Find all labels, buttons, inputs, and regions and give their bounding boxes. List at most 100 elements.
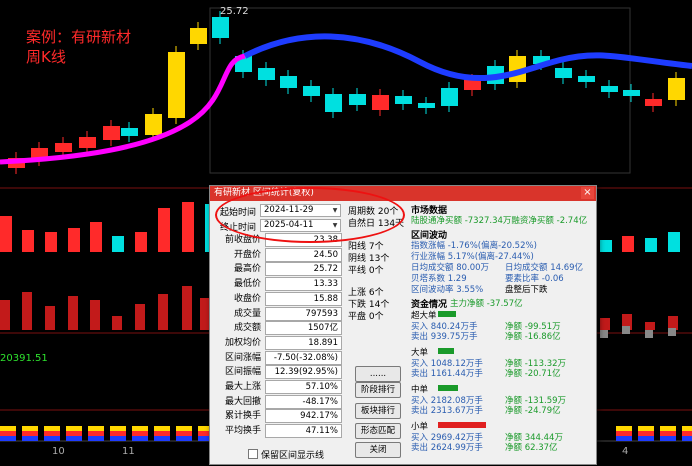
range-volatility: 区间波动率 3.55% bbox=[411, 285, 484, 295]
volume-bar bbox=[668, 232, 680, 252]
stripe-blue bbox=[110, 436, 126, 441]
indicator-gray-bar bbox=[622, 326, 630, 334]
indicator-bar bbox=[645, 322, 655, 330]
stripe-yellow bbox=[66, 426, 82, 431]
stripe-red bbox=[638, 431, 654, 436]
period-even: 平盘 0个 bbox=[348, 312, 384, 322]
stat-row: 最高价 25.72 bbox=[220, 262, 342, 277]
fund-sell: 卖出 2313.67万手 bbox=[411, 406, 483, 416]
stat-row: 区间涨幅 -7.50(-32.08%) bbox=[220, 350, 342, 365]
stripe-yellow bbox=[660, 426, 676, 431]
x-tick-4: 4 bbox=[622, 446, 629, 457]
stat-value: 25.72 bbox=[313, 264, 338, 275]
stage-rank-button[interactable]: 阶段排行 bbox=[355, 382, 401, 398]
stat-row: 加权均价 18.891 bbox=[220, 335, 342, 350]
stat-value: 1507亿 bbox=[307, 323, 338, 334]
stat-row: 开盘价 24.50 bbox=[220, 247, 342, 262]
stripe-blue bbox=[638, 436, 654, 441]
stat-row: 区间振幅 12.39(92.95%) bbox=[220, 365, 342, 380]
stat-row: 平均换手 47.11% bbox=[220, 424, 342, 439]
caption-line2: 周K线 bbox=[26, 48, 66, 66]
close-icon[interactable]: × bbox=[581, 187, 594, 199]
indicator-gray-bar bbox=[668, 328, 676, 336]
stripe-blue bbox=[660, 436, 676, 441]
stripe-blue bbox=[132, 436, 148, 441]
stripe-red bbox=[88, 431, 104, 436]
stripe-blue bbox=[88, 436, 104, 441]
stat-row: 累计换手 942.17% bbox=[220, 409, 342, 424]
candle-body bbox=[668, 78, 685, 100]
pattern-match-button[interactable]: 形态匹配 bbox=[355, 423, 401, 439]
stat-label: 成交量 bbox=[220, 306, 266, 321]
stripe-blue bbox=[154, 436, 170, 441]
keep-line-label: 保留区间显示线 bbox=[261, 451, 325, 461]
x-tick-10: 10 bbox=[52, 446, 65, 457]
stat-label: 累计换手 bbox=[220, 409, 266, 424]
stripe-red bbox=[176, 431, 192, 436]
stripe-yellow bbox=[22, 426, 38, 431]
volume-bar bbox=[158, 208, 170, 252]
stat-value: 942.17% bbox=[300, 411, 338, 422]
market-line: 陆股通净买额 -7327.34万融资净买额 -2.74亿 bbox=[411, 216, 588, 226]
candle-body bbox=[212, 17, 229, 38]
stat-value: 18.891 bbox=[308, 337, 338, 348]
candle-body bbox=[645, 99, 662, 106]
candle-body bbox=[168, 52, 185, 118]
stat-label: 最大回撤 bbox=[220, 394, 266, 409]
candle-body bbox=[280, 76, 297, 88]
ma-blue-line bbox=[243, 33, 692, 82]
more-button[interactable]: ...... bbox=[355, 366, 401, 382]
candle-body bbox=[145, 114, 162, 135]
highlight-oval bbox=[215, 187, 405, 243]
stat-value: 47.11% bbox=[305, 426, 338, 437]
candle-body bbox=[258, 68, 275, 80]
indicator-bar bbox=[135, 304, 145, 330]
indicator-bar bbox=[22, 292, 32, 330]
candle-body bbox=[303, 86, 320, 96]
stat-row: 收盘价 15.88 bbox=[220, 291, 342, 306]
sector-rank-button[interactable]: 板块排行 bbox=[355, 403, 401, 419]
caption-line1: 案例：有研新材 bbox=[26, 28, 132, 46]
fund-sell: 卖出 939.75万手 bbox=[411, 332, 478, 342]
volume-bar bbox=[135, 232, 147, 252]
fund-net-2: 净额 -24.79亿 bbox=[505, 406, 561, 416]
stat-value: -48.17% bbox=[302, 396, 338, 407]
indicator-bar bbox=[182, 286, 192, 330]
stat-label: 成交额 bbox=[220, 321, 266, 336]
indicator-bar bbox=[112, 316, 122, 330]
stat-label: 收盘价 bbox=[220, 291, 266, 306]
candle-body bbox=[555, 68, 572, 78]
stat-row: 成交额 1507亿 bbox=[220, 321, 342, 336]
high-price-label: 25.72 bbox=[220, 6, 249, 17]
volume-bar bbox=[0, 216, 12, 252]
keep-line-checkbox[interactable] bbox=[248, 449, 258, 459]
volume-bar bbox=[68, 228, 80, 252]
close-button[interactable]: 关闭 bbox=[355, 442, 401, 458]
stripe-blue bbox=[44, 436, 60, 441]
after-pattern: 盘整后下跌 bbox=[505, 285, 548, 295]
fund-net-2: 净额 -16.86亿 bbox=[505, 332, 561, 342]
stat-label: 平均换手 bbox=[220, 424, 266, 439]
candle-body bbox=[418, 103, 435, 108]
candle-body bbox=[55, 143, 72, 152]
stat-row: 成交量 797593 bbox=[220, 306, 342, 321]
stripe-blue bbox=[176, 436, 192, 441]
candle-body bbox=[349, 94, 366, 105]
x-tick-11: 11 bbox=[122, 446, 135, 457]
indicator-bar bbox=[45, 306, 55, 330]
stripe-yellow bbox=[132, 426, 148, 431]
stat-value: 57.10% bbox=[305, 382, 338, 392]
main-net: 主力净额 -37.57亿 bbox=[450, 299, 523, 309]
stat-value: 12.39(92.95%) bbox=[274, 367, 338, 378]
ma-magenta-line bbox=[0, 53, 246, 165]
stat-label: 最高价 bbox=[220, 262, 266, 277]
stripe-red bbox=[110, 431, 126, 436]
stat-label: 区间涨幅 bbox=[220, 350, 266, 365]
indicator-gray-bar bbox=[645, 330, 653, 338]
indicator-bar bbox=[600, 318, 610, 330]
indicator-bar bbox=[668, 316, 678, 330]
stat-value: 24.50 bbox=[313, 249, 338, 260]
fund-sell: 卖出 2624.99万手 bbox=[411, 443, 483, 453]
fund-group-bar bbox=[438, 348, 454, 354]
stripe-blue bbox=[22, 436, 38, 441]
